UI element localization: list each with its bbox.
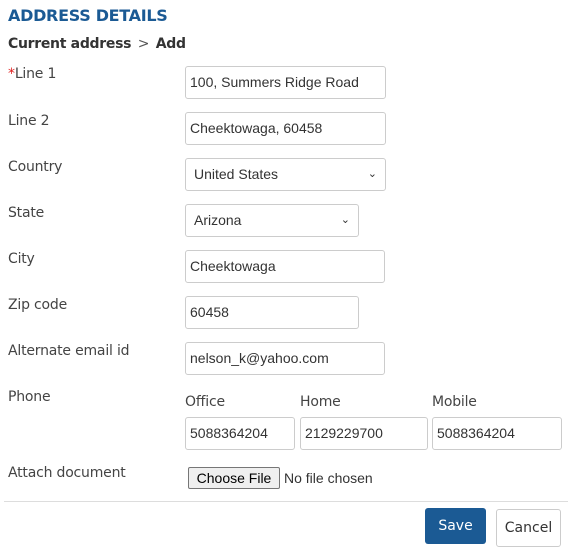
state-label: State (8, 205, 45, 221)
save-button[interactable]: Save (425, 508, 486, 544)
home-phone-input[interactable]: 2129229700 (300, 417, 428, 450)
divider (4, 501, 568, 502)
cancel-button[interactable]: Cancel (496, 509, 561, 547)
zip-input[interactable]: 60458 (185, 296, 359, 329)
office-label: Office (185, 394, 225, 410)
line2-label: Line 2 (8, 113, 50, 129)
mobile-label: Mobile (432, 394, 477, 410)
state-select[interactable]: Arizona ⌄ (185, 204, 359, 237)
email-input[interactable]: nelson_k@yahoo.com (185, 342, 385, 375)
required-mark: * (8, 66, 15, 82)
breadcrumb: Current address > Add (8, 36, 186, 52)
breadcrumb-current: Add (155, 36, 186, 52)
state-value: Arizona (194, 212, 242, 228)
breadcrumb-parent[interactable]: Current address (8, 36, 131, 52)
country-label: Country (8, 159, 63, 175)
chevron-down-icon: ⌄ (367, 168, 377, 180)
email-label: Alternate email id (8, 343, 130, 359)
file-status: No file chosen (284, 470, 373, 486)
choose-file-button[interactable]: Choose File (188, 467, 280, 489)
page-title: ADDRESS DETAILS (8, 6, 168, 25)
office-phone-input[interactable]: 5088364204 (185, 417, 295, 450)
city-label: City (8, 251, 35, 267)
zip-label: Zip code (8, 297, 67, 313)
chevron-down-icon: ⌄ (340, 214, 350, 226)
breadcrumb-separator-icon: > (137, 36, 150, 52)
line2-input[interactable]: Cheektowaga, 60458 (185, 112, 386, 145)
attach-label: Attach document (8, 465, 126, 481)
home-label: Home (300, 394, 341, 410)
line1-input[interactable]: 100, Summers Ridge Road (185, 66, 386, 99)
address-details-form: ADDRESS DETAILS Current address > Add *L… (0, 0, 574, 555)
line1-label: *Line 1 (8, 66, 56, 82)
country-value: United States (194, 166, 279, 182)
city-input[interactable]: Cheektowaga (185, 250, 385, 283)
country-select[interactable]: United States ⌄ (185, 158, 386, 191)
line1-label-text: Line 1 (14, 66, 57, 82)
mobile-phone-input[interactable]: 5088364204 (432, 417, 562, 450)
phone-label: Phone (8, 389, 51, 405)
